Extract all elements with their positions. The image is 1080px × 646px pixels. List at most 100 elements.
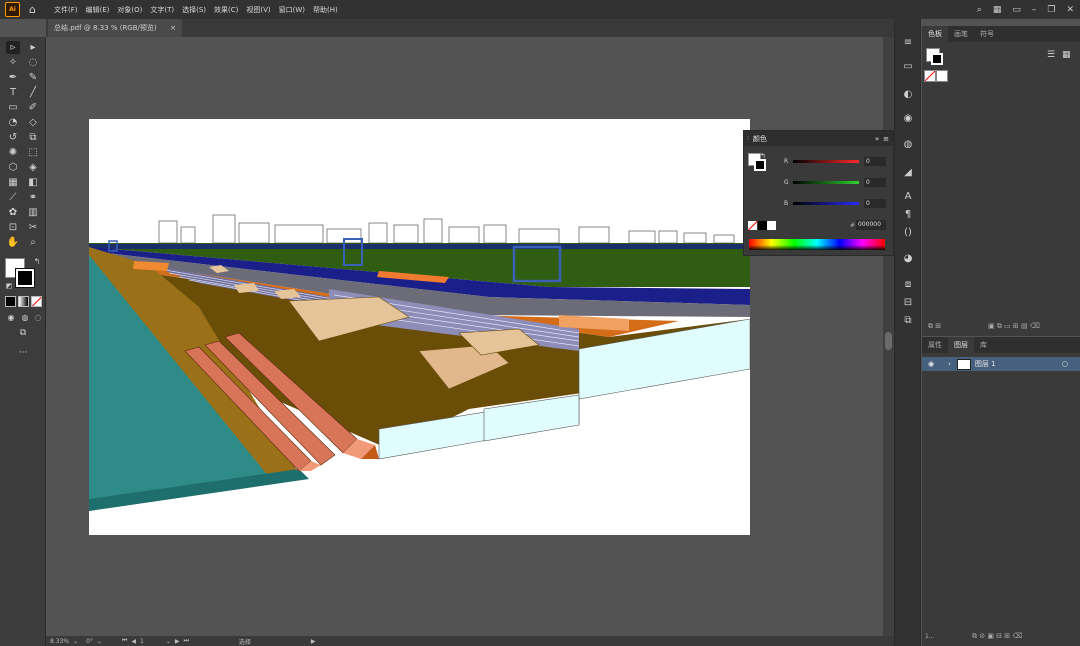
close-tab-icon[interactable]: ×: [170, 24, 176, 32]
brush-tool-icon[interactable]: ✐: [26, 101, 40, 114]
close-icon[interactable]: ✕: [1066, 5, 1074, 15]
layer-row[interactable]: ◉ › 图层 1 ○: [922, 357, 1080, 371]
tab-brushes[interactable]: 画笔: [948, 26, 974, 42]
direct-selection-tool-icon[interactable]: ▸: [26, 41, 40, 54]
artboard-tool-icon[interactable]: ⊡: [6, 221, 20, 234]
layer-actions-icon[interactable]: ⧉ ⊘ ▣ ⊟ ⊞ ⌫: [972, 632, 1022, 641]
menu-window[interactable]: 窗口(W): [275, 5, 309, 15]
green-slider[interactable]: [793, 180, 859, 184]
artboard-canvas[interactable]: [89, 119, 750, 535]
image-trace-icon[interactable]: ◕: [901, 253, 915, 265]
selection-tool-icon[interactable]: ▹: [6, 41, 20, 54]
rectangle-tool-icon[interactable]: ▭: [6, 101, 20, 114]
magic-wand-icon[interactable]: ✧: [6, 56, 20, 69]
zoom-tool-icon[interactable]: ⌕: [26, 236, 40, 249]
hex-input[interactable]: 000000: [856, 220, 886, 230]
registration-swatch[interactable]: [936, 70, 948, 82]
graph-tool-icon[interactable]: ▥: [26, 206, 40, 219]
color-spectrum[interactable]: [749, 239, 885, 250]
warp-tool-icon[interactable]: ✺: [6, 146, 20, 159]
artboard-dropdown-icon[interactable]: ⌄: [166, 638, 171, 645]
menu-edit[interactable]: 编辑(E): [81, 5, 113, 15]
rotation-angle[interactable]: 0°: [86, 638, 93, 645]
draw-mode-icon[interactable]: ◉: [4, 311, 18, 324]
free-transform-icon[interactable]: ⬚: [26, 146, 40, 159]
perspective-grid-icon[interactable]: ▦: [6, 176, 20, 189]
color-stroke-swatch[interactable]: [754, 159, 766, 171]
menu-object[interactable]: 对象(O): [113, 5, 146, 15]
character-icon[interactable]: A: [901, 191, 915, 203]
color-panel-icon[interactable]: ◍: [901, 139, 915, 151]
menu-view[interactable]: 视图(V): [242, 5, 274, 15]
green-slider-row[interactable]: G 0: [784, 176, 890, 188]
stroke-swatch[interactable]: [15, 268, 35, 288]
color-mode-icon[interactable]: [5, 296, 16, 307]
line-tool-icon[interactable]: ╱: [26, 86, 40, 99]
pen-tool-icon[interactable]: ✒: [6, 71, 20, 84]
swatch-libraries-icon[interactable]: ⧉ ⊞: [928, 322, 941, 331]
screen-mode-icon[interactable]: ⧉: [16, 327, 30, 340]
collapse-panel-icon[interactable]: »: [875, 135, 879, 143]
green-value[interactable]: 0: [864, 177, 886, 187]
none-color-icon[interactable]: [748, 221, 757, 230]
properties-strip-icon[interactable]: ≡: [901, 37, 915, 49]
symbol-sprayer-icon[interactable]: ✿: [6, 206, 20, 219]
menu-effect[interactable]: 效果(C): [210, 5, 242, 15]
restore-icon[interactable]: ❐: [1047, 5, 1055, 15]
layer-target-icon[interactable]: ○: [1062, 360, 1068, 368]
more-tools-icon[interactable]: ···: [16, 347, 30, 360]
blue-slider-row[interactable]: B 0: [784, 197, 890, 209]
blue-value[interactable]: 0: [864, 198, 886, 208]
tab-symbols[interactable]: 符号: [974, 26, 1000, 42]
pathfinder-icon[interactable]: ⧉: [901, 315, 915, 327]
tab-layers[interactable]: 图层: [948, 337, 974, 353]
gradient-mode-icon[interactable]: [18, 296, 29, 307]
slice-tool-icon[interactable]: ✂: [26, 221, 40, 234]
curvature-tool-icon[interactable]: ✎: [26, 71, 40, 84]
list-view-icon[interactable]: ☰: [1047, 50, 1055, 60]
panel-stroke-swatch[interactable]: [931, 53, 943, 65]
none-swatch[interactable]: [924, 70, 936, 82]
prev-artboard-icon[interactable]: ◀: [131, 638, 136, 645]
home-icon[interactable]: ⌂: [29, 3, 36, 16]
rotate-tool-icon[interactable]: ↺: [6, 131, 20, 144]
hand-tool-icon[interactable]: ✋: [6, 236, 20, 249]
swap-fill-stroke-icon[interactable]: ↰: [760, 152, 766, 160]
scroll-thumb[interactable]: [885, 332, 892, 350]
type-tool-icon[interactable]: T: [6, 86, 20, 99]
menu-select[interactable]: 选择(S): [178, 5, 210, 15]
scale-tool-icon[interactable]: ⧉: [26, 131, 40, 144]
blend-tool-icon[interactable]: ⚭: [26, 191, 40, 204]
default-colors-icon[interactable]: ◩: [2, 280, 16, 293]
tab-libraries[interactable]: 库: [974, 337, 993, 353]
lasso-icon[interactable]: ◌: [26, 56, 40, 69]
zoom-dropdown-icon[interactable]: ⌄: [73, 638, 78, 645]
document-tab[interactable]: 总结.pdf @ 8.33 % (RGB/预览) ×: [48, 19, 182, 37]
draw-inside-icon[interactable]: ◌: [31, 311, 45, 324]
align-icon[interactable]: ⊟: [901, 297, 915, 309]
comments-icon[interactable]: ▭: [901, 61, 915, 73]
layer-name[interactable]: 图层 1: [975, 359, 996, 369]
shaper-tool-icon[interactable]: ◔: [6, 116, 20, 129]
black-color-icon[interactable]: [758, 221, 767, 230]
grid-view-icon[interactable]: ▦: [1062, 50, 1071, 60]
shape-builder-icon[interactable]: ⬡: [6, 161, 20, 174]
red-slider-row[interactable]: R 0: [784, 155, 890, 167]
tab-swatches[interactable]: 色板: [922, 26, 948, 42]
color-guide-icon[interactable]: ◐: [901, 89, 915, 101]
zoom-level[interactable]: 8.33%: [50, 638, 69, 645]
color-panel-menu-icon[interactable]: ≡: [883, 135, 889, 143]
panel-icon[interactable]: ▭: [1012, 5, 1021, 15]
menu-help[interactable]: 帮助(H): [309, 5, 342, 15]
eyedropper-icon[interactable]: ⟋: [6, 191, 20, 204]
artboard-number[interactable]: 1: [140, 638, 144, 645]
visibility-eye-icon[interactable]: ◉: [928, 360, 934, 368]
menu-file[interactable]: 文件(F): [50, 5, 82, 15]
color-panel-title[interactable]: 颜色: [753, 134, 767, 144]
panel-grip-icon[interactable]: ⁝: [747, 135, 749, 142]
gradient-icon[interactable]: ◢: [901, 167, 915, 179]
menu-type[interactable]: 文字(T): [146, 5, 178, 15]
eraser-tool-icon[interactable]: ◇: [26, 116, 40, 129]
swap-colors-icon[interactable]: ↰: [30, 255, 44, 268]
blue-slider[interactable]: [793, 201, 859, 205]
